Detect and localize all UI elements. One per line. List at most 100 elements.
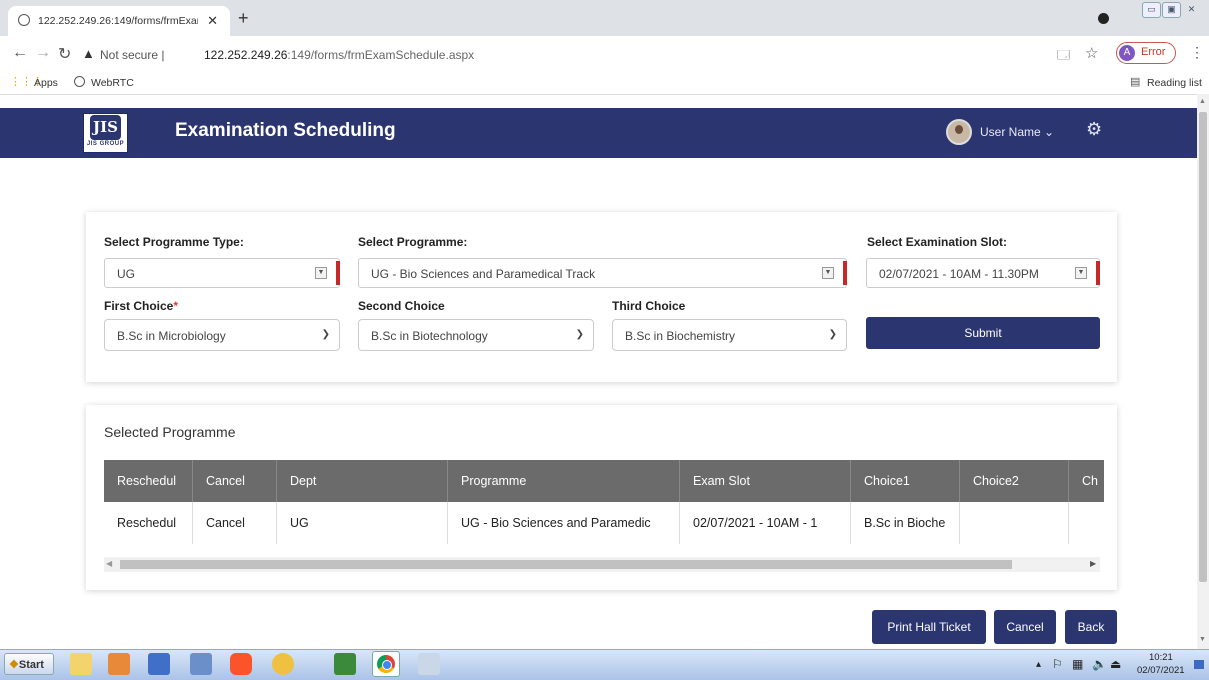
table-row: Reschedul Cancel UG UG - Bio Sciences an… [104,502,1104,544]
brave-icon[interactable] [230,653,252,675]
minimize-icon[interactable]: ▭ [1142,2,1161,18]
exam-slot-select[interactable]: 02/07/2021 - 10AM - 11.30PM ▼ [866,258,1100,288]
profile-status: Error [1141,46,1166,58]
url-separator: | [161,48,165,62]
browser-tab[interactable]: 122.252.249.26:149/forms/frmExam ✕ [8,6,230,36]
required-asterisk: * [173,299,179,313]
close-window-icon[interactable]: ✕ [1182,2,1201,18]
outlook-icon[interactable] [272,653,294,675]
column-header: Choice1 [850,460,960,502]
back-arrow-icon[interactable]: ← [12,44,28,62]
dept-cell: UG [276,502,448,544]
gear-icon[interactable]: ⚙ [1086,119,1102,140]
profile-button[interactable]: A Error [1116,42,1176,64]
address-bar[interactable]: ▲ Not secure | 122.252.249.26:149/forms/… [82,41,1087,67]
usb-icon[interactable]: ⏏ [1110,657,1121,671]
page-title: Examination Scheduling [175,120,396,141]
flag-icon[interactable]: ⚐ [1052,657,1063,671]
second-choice-label: Second Choice [358,299,445,313]
column-header: Cancel [192,460,277,502]
programme-label: Select Programme: [358,235,468,249]
scroll-left-icon[interactable]: ◀ [106,559,112,568]
profile-avatar: A [1119,45,1135,61]
programme-type-select[interactable]: UG ▼ [104,258,340,288]
url-text: 122.252.249.26:149/forms/frmExamSchedule… [204,48,474,62]
logo-mark: JIS [90,115,121,140]
avatar[interactable] [946,119,972,145]
word-icon[interactable] [148,653,170,675]
first-choice-label: First Choice* [104,299,179,313]
media-player-icon[interactable] [108,653,130,675]
column-header: Reschedul [104,460,193,502]
bookmarks-bar [0,72,1209,95]
table-scrollbar-thumb[interactable] [120,560,1012,569]
reading-list-button[interactable]: Reading list [1147,77,1202,89]
cancel-link[interactable]: Cancel [192,502,277,544]
print-hall-ticket-button[interactable]: Print Hall Ticket [872,610,986,644]
dropdown-arrow-icon: ▼ [1075,267,1087,279]
clock-date[interactable]: 02/07/2021 [1137,665,1185,676]
translate-icon[interactable]: 🗔 [1057,46,1070,67]
programme-select[interactable]: UG - Bio Sciences and Paramedical Track … [358,258,847,288]
required-indicator [336,261,340,285]
scroll-down-icon[interactable]: ▼ [1199,636,1206,643]
url-host: 122.252.249.26 [204,48,288,62]
excel-icon[interactable] [334,653,356,675]
second-choice-select[interactable]: B.Sc in Biotechnology ❯ [358,319,594,351]
third-choice-label: Third Choice [612,299,686,313]
star-icon[interactable]: ☆ [1085,44,1098,62]
chrome-icon[interactable] [372,651,400,677]
programme-type-value: UG [117,267,135,281]
kebab-menu-icon[interactable]: ⋮ [1190,44,1204,61]
reschedule-link[interactable]: Reschedul [104,502,193,544]
bookmark-webrtc[interactable]: WebRTC [91,77,134,89]
submit-button[interactable]: Submit [866,317,1100,349]
clock-time[interactable]: 10:21 [1149,652,1173,663]
dropdown-arrow-icon: ▼ [315,267,327,279]
chevron-down-icon: ❯ [321,329,330,340]
app-icon[interactable] [190,653,212,675]
choice3-cell [1068,502,1104,544]
tray-arrow-icon[interactable]: ▴ [1036,659,1041,670]
programme-value: UG - Bio Sciences and Paramedical Track [371,267,596,281]
windows-logo-icon: ❖ [9,659,19,671]
required-indicator [843,261,847,285]
reload-icon[interactable]: ↻ [58,44,71,64]
cancel-button[interactable]: Cancel [994,610,1056,644]
column-header: Exam Slot [679,460,851,502]
user-name: User Name [980,125,1041,139]
section-heading: Selected Programme [104,424,236,440]
network-icon[interactable]: ▦ [1072,657,1083,671]
user-menu[interactable]: User Name ⌄ [980,125,1054,139]
chevron-down-icon: ❯ [575,329,584,340]
globe-icon [74,76,85,87]
page-scrollbar-thumb[interactable] [1199,112,1207,582]
third-choice-select[interactable]: B.Sc in Biochemistry ❯ [612,319,847,351]
exam-slot-label: Select Examination Slot: [867,235,1008,249]
folder-icon[interactable] [70,653,92,675]
back-button[interactable]: Back [1065,610,1117,644]
first-choice-value: B.Sc in Microbiology [117,329,226,343]
dropdown-arrow-icon: ▼ [822,267,834,279]
new-tab-button[interactable]: + [238,8,249,29]
scroll-right-icon[interactable]: ▶ [1090,559,1096,568]
maximize-icon[interactable]: ▣ [1162,2,1181,18]
first-choice-select[interactable]: B.Sc in Microbiology ❯ [104,319,340,351]
volume-icon[interactable]: 🔈 [1092,657,1107,671]
show-desktop-icon[interactable] [1194,660,1204,669]
column-header: Programme [447,460,680,502]
forward-arrow-icon[interactable]: → [35,44,51,62]
start-label: Start [18,659,44,671]
exam-slot-cell: 02/07/2021 - 10AM - 1 [679,502,851,544]
bookmark-apps[interactable]: Apps [34,77,58,89]
programme-cell: UG - Bio Sciences and Paramedic [447,502,680,544]
scroll-up-icon[interactable]: ▲ [1199,98,1206,105]
url-path: :149/forms/frmExamSchedule.aspx [287,48,475,62]
start-button[interactable]: ❖Start [4,653,54,675]
network-tool-icon[interactable] [418,653,440,675]
column-header: Choice2 [959,460,1069,502]
taskbar [0,649,1209,680]
jis-logo[interactable]: JIS JIS GROUP [83,113,128,153]
system-tray: ▴ ⚐ ▦ 🔈 ⏏ 10:21 02/07/2021 [1032,652,1209,678]
tab-close-icon[interactable]: ✕ [207,13,218,29]
